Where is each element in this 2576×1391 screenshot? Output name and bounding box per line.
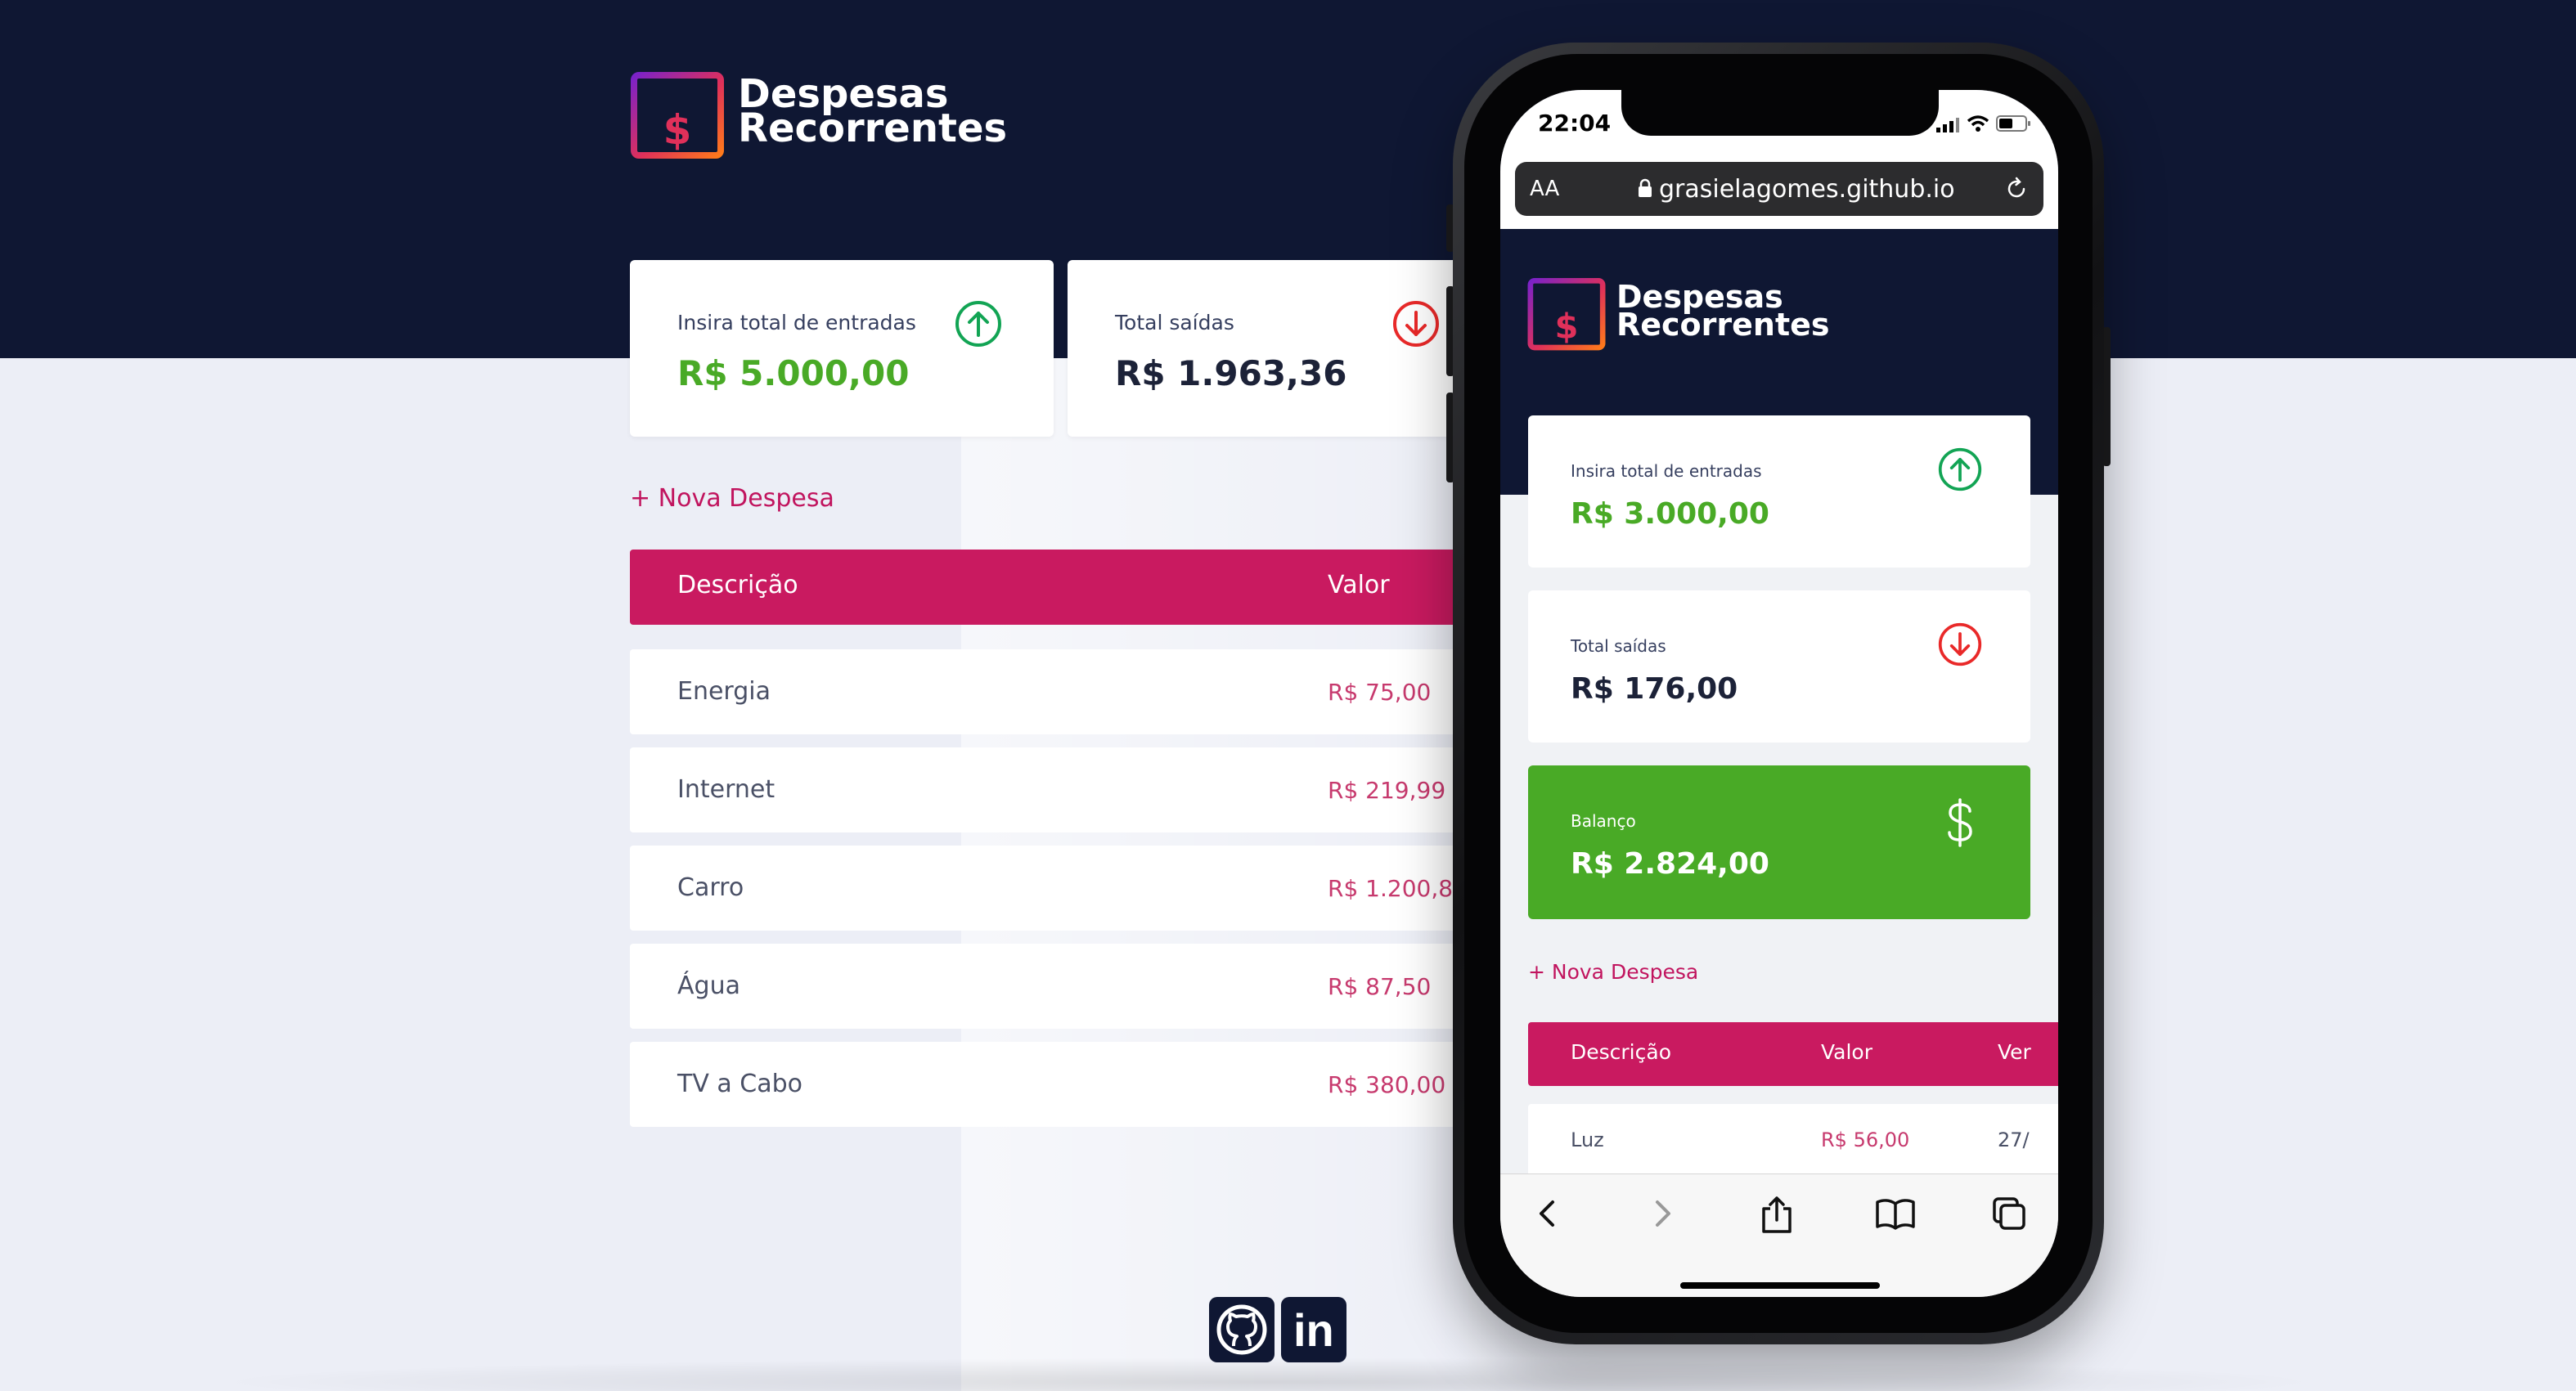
mobile-column-value: Valor xyxy=(1821,1040,1873,1064)
github-icon xyxy=(1216,1304,1267,1355)
table-row: TV a Cabo R$ 380,00 xyxy=(630,1042,1481,1127)
table-row: Internet R$ 219,99 xyxy=(630,747,1481,832)
expenses-value: R$ 1.963,36 xyxy=(1115,353,1347,393)
back-icon[interactable] xyxy=(1533,1196,1562,1232)
expenses-label: Total saídas xyxy=(1115,311,1234,334)
row-value: R$ 75,00 xyxy=(1328,679,1432,706)
income-card: Insira total de entradas R$ 5.000,00 xyxy=(630,260,1054,437)
signal-icon xyxy=(1936,118,1959,132)
row-value: R$ 56,00 xyxy=(1821,1129,1910,1151)
column-header-description: Descrição xyxy=(677,571,798,599)
mobile-balance-value: R$ 2.824,00 xyxy=(1571,847,1769,881)
table-header: Descrição Valor xyxy=(630,550,1481,625)
column-header-value: Valor xyxy=(1328,571,1390,599)
logo-title-line2: Recorrentes xyxy=(738,105,1008,151)
mobile-income-label: Insira total de entradas xyxy=(1571,461,1762,481)
row-value: R$ 87,50 xyxy=(1328,973,1432,1000)
row-description: Energia xyxy=(677,677,771,706)
expenses-card: Total saídas R$ 1.963,36 xyxy=(1068,260,1477,437)
app-logo: $ Despesas Recorrentes xyxy=(630,62,1007,160)
mobile-expenses-value: R$ 176,00 xyxy=(1571,672,1738,706)
mobile-balance-card: Balanço R$ 2.824,00 xyxy=(1528,765,2030,919)
mobile-new-expense-link[interactable]: + Nova Despesa xyxy=(1528,960,1698,984)
income-value[interactable]: R$ 5.000,00 xyxy=(677,353,909,393)
github-link[interactable] xyxy=(1209,1297,1275,1362)
mobile-expenses-label: Total saídas xyxy=(1571,636,1666,656)
table-row: Carro R$ 1.200,87 xyxy=(630,846,1481,931)
reader-settings-button[interactable]: AA xyxy=(1530,177,1559,201)
row-value: R$ 219,99 xyxy=(1328,777,1446,804)
table-row: Energia R$ 75,00 xyxy=(630,649,1481,734)
arrow-down-circle-icon xyxy=(1393,301,1439,347)
new-expense-link[interactable]: + Nova Despesa xyxy=(630,484,834,513)
arrow-up-circle-icon xyxy=(955,301,1001,347)
row-value: R$ 1.200,87 xyxy=(1328,875,1468,902)
home-indicator xyxy=(1680,1282,1880,1289)
row-description: Carro xyxy=(677,873,744,902)
mobile-app-logo: $ Despesas Recorrentes xyxy=(1526,270,1830,352)
mobile-expenses-card: Total saídas R$ 176,00 xyxy=(1528,590,2030,743)
arrow-down-circle-icon xyxy=(1938,622,1982,666)
share-icon[interactable] xyxy=(1759,1196,1795,1235)
row-description: Água xyxy=(677,971,740,1000)
lock-icon xyxy=(1639,178,1652,197)
browser-toolbar xyxy=(1500,1173,2058,1297)
mobile-balance-label: Balanço xyxy=(1571,811,1636,831)
tabs-icon[interactable] xyxy=(1991,1196,2029,1233)
mobile-table-header: Descrição Valor Ver xyxy=(1528,1022,2058,1086)
calendar-dollar-icon: $ xyxy=(631,62,724,159)
browser-address-bar[interactable]: AA grasielagomes.github.io xyxy=(1515,162,2043,216)
dollar-sign-icon xyxy=(1948,798,1972,847)
mobile-logo-title-line2: Recorrentes xyxy=(1616,307,1830,343)
floor-shadow xyxy=(205,1357,2331,1391)
bookmarks-icon[interactable] xyxy=(1875,1196,1916,1232)
row-description: Luz xyxy=(1571,1129,1604,1151)
row-value: R$ 380,00 xyxy=(1328,1071,1446,1098)
income-label: Insira total de entradas xyxy=(677,311,916,334)
wifi-icon xyxy=(1967,115,1989,132)
linkedin-link[interactable]: in xyxy=(1281,1297,1346,1362)
table-row: Luz R$ 56,00 27/ xyxy=(1528,1104,2058,1178)
status-time: 22:04 xyxy=(1538,110,1612,137)
linkedin-icon: in xyxy=(1293,1304,1334,1356)
row-description: Internet xyxy=(677,775,775,804)
mobile-column-description: Descrição xyxy=(1571,1040,1671,1064)
battery-icon xyxy=(1996,115,2030,132)
arrow-up-circle-icon xyxy=(1938,447,1982,491)
mobile-income-card: Insira total de entradas R$ 3.000,00 xyxy=(1528,415,2030,568)
row-date: 27/ xyxy=(1998,1129,2030,1151)
mobile-column-date: Ver xyxy=(1998,1040,2031,1064)
mobile-income-value[interactable]: R$ 3.000,00 xyxy=(1571,497,1769,531)
svg-text:$: $ xyxy=(663,106,692,154)
reload-icon[interactable] xyxy=(2004,177,2029,201)
calendar-dollar-icon: $ xyxy=(1527,270,1606,351)
forward-icon[interactable] xyxy=(1648,1196,1677,1232)
phone-notch xyxy=(1621,90,1939,136)
browser-url: grasielagomes.github.io xyxy=(1659,175,1955,204)
svg-text:$: $ xyxy=(1555,306,1579,346)
row-description: TV a Cabo xyxy=(677,1070,803,1098)
table-row: Água R$ 87,50 xyxy=(630,944,1481,1029)
